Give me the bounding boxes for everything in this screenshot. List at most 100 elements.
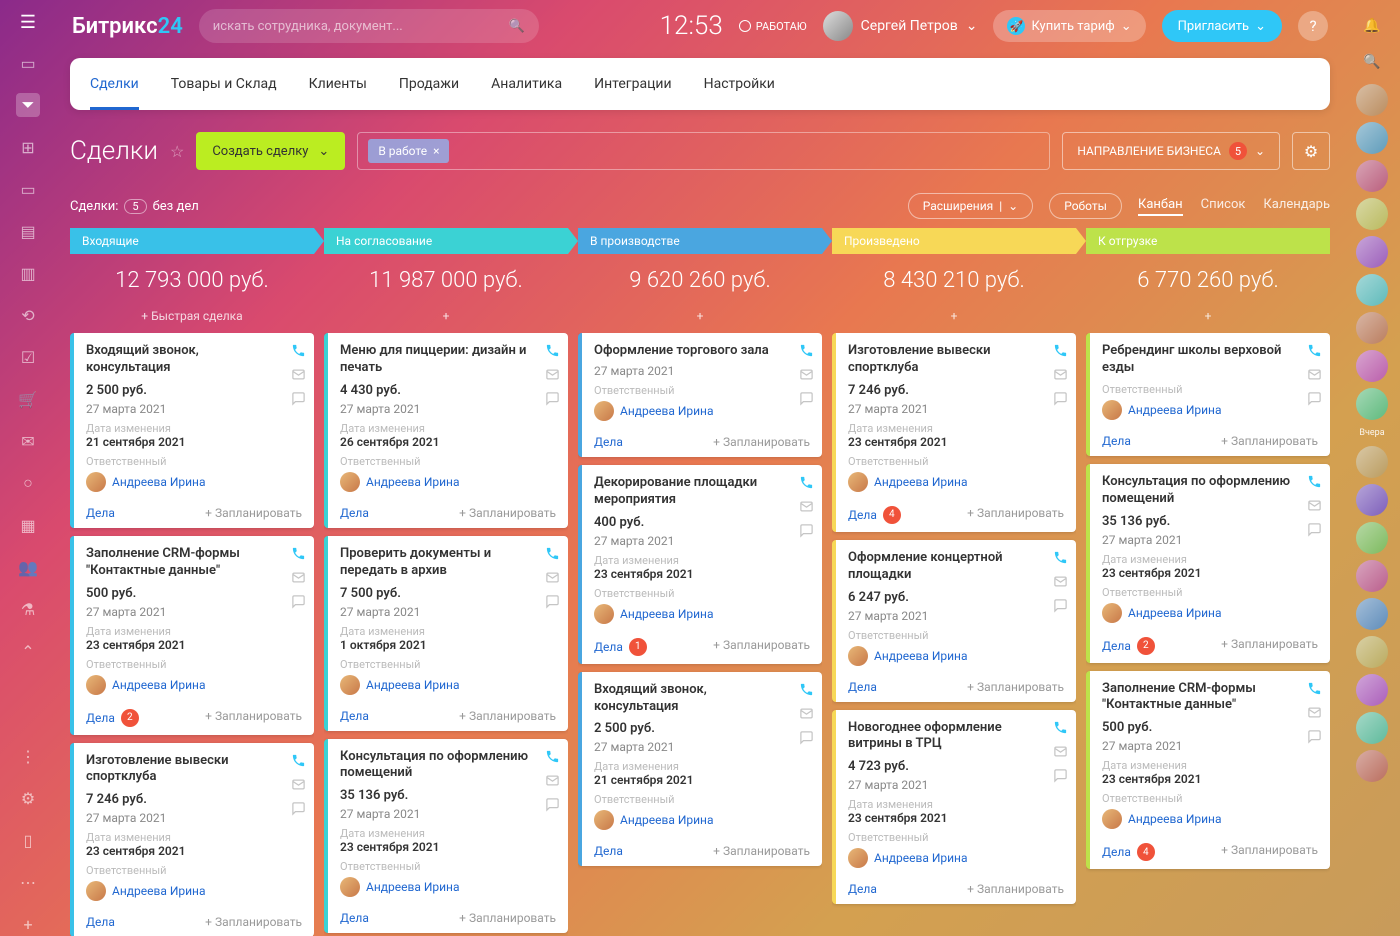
nav-icon-cart[interactable]: 🛒 bbox=[16, 387, 40, 411]
rail-avatar[interactable] bbox=[1356, 674, 1388, 706]
rail-avatar[interactable] bbox=[1356, 160, 1388, 192]
plan-button[interactable]: + Запланировать bbox=[205, 506, 302, 520]
rail-avatar[interactable] bbox=[1356, 636, 1388, 668]
plan-button[interactable]: + Запланировать bbox=[459, 709, 556, 723]
responsible[interactable]: Андреева Ирина bbox=[86, 881, 302, 901]
phone-icon[interactable] bbox=[799, 475, 814, 493]
chat-icon[interactable] bbox=[291, 594, 306, 612]
mail-icon[interactable] bbox=[545, 570, 560, 588]
plan-button[interactable]: + Запланировать bbox=[713, 435, 810, 449]
mail-icon[interactable] bbox=[799, 367, 814, 385]
deal-card[interactable]: Меню для пиццерии: дизайн и печать4 430 … bbox=[324, 333, 568, 528]
plan-button[interactable]: + Запланировать bbox=[1221, 843, 1318, 861]
deal-card[interactable]: Оформление концертной площадки6 247 руб.… bbox=[832, 540, 1076, 702]
card-deals[interactable]: Дела bbox=[86, 915, 115, 929]
responsible-link[interactable]: Андреева Ирина bbox=[874, 649, 968, 663]
responsible[interactable]: Андреева Ирина bbox=[848, 646, 1064, 666]
plan-button[interactable]: + Запланировать bbox=[967, 680, 1064, 694]
responsible-link[interactable]: Андреева Ирина bbox=[366, 678, 460, 692]
nav-icon-device[interactable]: ▯ bbox=[16, 828, 40, 852]
plan-button[interactable]: + Запланировать bbox=[713, 844, 810, 858]
deal-card[interactable]: Проверить документы и передать в архив7 … bbox=[324, 536, 568, 731]
deal-card[interactable]: Консультация по оформлению помещений35 1… bbox=[1086, 464, 1330, 663]
nav-icon-more1[interactable]: ⋮ bbox=[16, 744, 40, 768]
card-deals[interactable]: Дела4 bbox=[848, 506, 901, 524]
responsible[interactable]: Андреева Ирина bbox=[1102, 603, 1318, 623]
chat-icon[interactable] bbox=[1307, 729, 1322, 747]
chat-icon[interactable] bbox=[1307, 522, 1322, 540]
deal-card[interactable]: Ребрендинг школы верховой ездыОтветствен… bbox=[1086, 333, 1330, 456]
plan-button[interactable]: + Запланировать bbox=[1221, 637, 1318, 655]
rail-avatar[interactable] bbox=[1356, 560, 1388, 592]
responsible[interactable]: Андреева Ирина bbox=[1102, 400, 1318, 420]
rail-avatar[interactable] bbox=[1356, 236, 1388, 268]
phone-icon[interactable] bbox=[799, 343, 814, 361]
filter-chip[interactable]: В работе× bbox=[368, 139, 449, 163]
responsible-link[interactable]: Андреева Ирина bbox=[112, 475, 206, 489]
notification-bell-icon[interactable]: 🔔 bbox=[1358, 12, 1386, 40]
responsible-link[interactable]: Андреева Ирина bbox=[620, 404, 714, 418]
direction-dropdown[interactable]: НАПРАВЛЕНИЕ БИЗНЕСА5⌄ bbox=[1062, 132, 1280, 170]
phone-icon[interactable] bbox=[1307, 681, 1322, 699]
responsible[interactable]: Андреева Ирина bbox=[594, 810, 810, 830]
mail-icon[interactable] bbox=[1307, 705, 1322, 723]
nav-icon-settings[interactable]: ⚙ bbox=[16, 786, 40, 810]
hamburger-icon[interactable]: ☰ bbox=[20, 12, 36, 33]
buy-tariff-button[interactable]: 🚀Купить тариф⌄ bbox=[993, 10, 1145, 42]
deal-card[interactable]: Заполнение CRM-формы "Контактные данные"… bbox=[1086, 671, 1330, 870]
card-deals[interactable]: Дела bbox=[848, 882, 877, 896]
user-menu[interactable]: Сергей Петров⌄ bbox=[823, 11, 978, 41]
responsible[interactable]: Андреева Ирина bbox=[340, 472, 556, 492]
tab-4[interactable]: Аналитика bbox=[491, 58, 562, 110]
responsible[interactable]: Андреева Ирина bbox=[86, 472, 302, 492]
nav-icon-crm[interactable]: ⏷ bbox=[16, 93, 40, 117]
responsible-link[interactable]: Андреева Ирина bbox=[112, 884, 206, 898]
chat-icon[interactable] bbox=[799, 730, 814, 748]
chat-icon[interactable] bbox=[799, 523, 814, 541]
nav-icon-check[interactable]: ☑ bbox=[16, 345, 40, 369]
card-deals[interactable]: Дела bbox=[1102, 434, 1131, 448]
plan-button[interactable]: + Запланировать bbox=[205, 709, 302, 727]
rail-avatar[interactable] bbox=[1356, 598, 1388, 630]
mail-icon[interactable] bbox=[1053, 574, 1068, 592]
plan-button[interactable]: + Запланировать bbox=[459, 911, 556, 925]
chat-icon[interactable] bbox=[1307, 391, 1322, 409]
mail-icon[interactable] bbox=[291, 367, 306, 385]
tab-5[interactable]: Интеграции bbox=[594, 58, 672, 110]
phone-icon[interactable] bbox=[1053, 343, 1068, 361]
nav-icon-collapse[interactable]: ⌃ bbox=[16, 639, 40, 663]
deal-card[interactable]: Заполнение CRM-формы "Контактные данные"… bbox=[70, 536, 314, 735]
mail-icon[interactable] bbox=[1053, 744, 1068, 762]
rail-avatar[interactable] bbox=[1356, 84, 1388, 116]
create-deal-button[interactable]: Создать сделку⌄ bbox=[196, 132, 345, 170]
mail-icon[interactable] bbox=[545, 367, 560, 385]
phone-icon[interactable] bbox=[291, 753, 306, 771]
responsible-link[interactable]: Андреева Ирина bbox=[366, 880, 460, 894]
quick-add[interactable]: + bbox=[324, 303, 568, 333]
deal-card[interactable]: Изготовление вывески спортклуба7 246 руб… bbox=[70, 743, 314, 936]
work-status[interactable]: РАБОТАЮ bbox=[739, 20, 807, 33]
tab-1[interactable]: Товары и Склад bbox=[171, 58, 277, 110]
chat-icon[interactable] bbox=[1053, 768, 1068, 786]
view-tab-1[interactable]: Список bbox=[1201, 197, 1246, 216]
card-deals[interactable]: Дела bbox=[340, 709, 369, 723]
chat-icon[interactable] bbox=[1053, 391, 1068, 409]
responsible[interactable]: Андреева Ирина bbox=[594, 604, 810, 624]
rail-avatar[interactable] bbox=[1356, 274, 1388, 306]
mail-icon[interactable] bbox=[291, 777, 306, 795]
responsible-link[interactable]: Андреева Ирина bbox=[874, 851, 968, 865]
nav-icon-chat[interactable]: ○ bbox=[16, 471, 40, 495]
deal-card[interactable]: Оформление торгового зала27 марта 2021От… bbox=[578, 333, 822, 457]
robots-button[interactable]: Роботы bbox=[1049, 193, 1122, 219]
plan-button[interactable]: + Запланировать bbox=[967, 882, 1064, 896]
nav-icon-people[interactable]: 👥 bbox=[16, 555, 40, 579]
tab-3[interactable]: Продажи bbox=[399, 58, 459, 110]
rail-avatar[interactable] bbox=[1356, 750, 1388, 782]
mail-icon[interactable] bbox=[291, 570, 306, 588]
rail-avatar[interactable] bbox=[1356, 198, 1388, 230]
nav-icon-1[interactable]: ▭ bbox=[16, 51, 40, 75]
responsible[interactable]: Андреева Ирина bbox=[1102, 809, 1318, 829]
help-button[interactable]: ? bbox=[1298, 11, 1328, 41]
quick-add[interactable]: + Быстрая сделка bbox=[70, 303, 314, 333]
view-tab-2[interactable]: Календарь bbox=[1263, 197, 1330, 216]
